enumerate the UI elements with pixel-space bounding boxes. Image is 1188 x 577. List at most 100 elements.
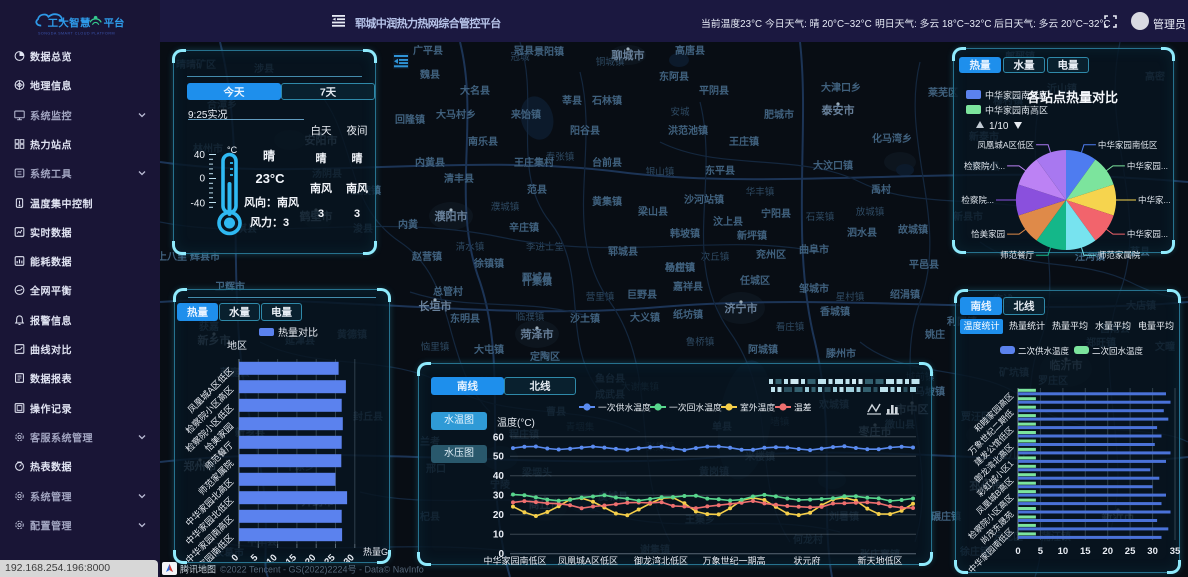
svg-text:35: 35 bbox=[1170, 546, 1181, 557]
svg-text:腾讯地图: 腾讯地图 bbox=[180, 564, 216, 575]
svg-text:魏县: 魏县 bbox=[419, 68, 440, 81]
svg-text:平台: 平台 bbox=[104, 16, 125, 29]
svg-text:冠县: 冠县 bbox=[514, 45, 534, 57]
svg-text:0: 0 bbox=[230, 552, 242, 562]
svg-text:聊城市: 聊城市 bbox=[612, 48, 645, 62]
svg-text:曲阜市: 曲阜市 bbox=[799, 243, 829, 256]
svg-text:兖州区: 兖州区 bbox=[756, 248, 786, 261]
svg-text:恼里镇: 恼里镇 bbox=[421, 341, 450, 353]
svg-text:10: 10 bbox=[1058, 546, 1069, 557]
svg-text:濮城镇: 濮城镇 bbox=[491, 201, 520, 213]
svg-text:菏泽市: 菏泽市 bbox=[521, 327, 554, 341]
svg-text:禹村: 禹村 bbox=[871, 183, 891, 196]
svg-text:华丰镇: 华丰镇 bbox=[746, 186, 775, 198]
svg-text:内黄县: 内黄县 bbox=[415, 156, 445, 169]
svg-text:梁山县: 梁山县 bbox=[637, 205, 668, 218]
svg-text:凤凰城A区低区: 凤凰城A区低区 bbox=[558, 555, 618, 566]
svg-text:30: 30 bbox=[1147, 546, 1158, 557]
svg-text:工大智慧: 工大智慧 bbox=[48, 16, 91, 29]
svg-text:凤凰城A区低区: 凤凰城A区低区 bbox=[977, 140, 1034, 150]
svg-text:石林镇: 石林镇 bbox=[591, 94, 622, 107]
svg-text:任城区: 任城区 bbox=[739, 274, 770, 287]
svg-text:东阿县: 东阿县 bbox=[659, 70, 689, 83]
svg-text:故城镇: 故城镇 bbox=[898, 223, 928, 236]
svg-text:大汶口镇: 大汶口镇 bbox=[813, 159, 853, 172]
svg-text:温度(°C): 温度(°C) bbox=[497, 416, 535, 429]
svg-text:郓城县: 郓城县 bbox=[608, 245, 638, 258]
svg-text:20: 20 bbox=[1102, 546, 1113, 557]
svg-text:5: 5 bbox=[1038, 546, 1044, 557]
svg-text:韩坡镇: 韩坡镇 bbox=[670, 227, 700, 240]
svg-text:长垣市: 长垣市 bbox=[419, 299, 452, 313]
svg-text:嘉祥县: 嘉祥县 bbox=[672, 280, 703, 293]
svg-text:范县: 范县 bbox=[527, 183, 547, 196]
svg-text:50: 50 bbox=[493, 452, 505, 463]
svg-text:大屯镇: 大屯镇 bbox=[474, 343, 504, 356]
svg-text:中华家园南低区: 中华家园南低区 bbox=[483, 555, 546, 566]
svg-text:一次供水温度: 一次供水温度 bbox=[598, 402, 651, 413]
svg-text:来饴镇: 来饴镇 bbox=[510, 108, 541, 121]
svg-text:宁阳县: 宁阳县 bbox=[761, 207, 791, 220]
svg-text:星村镇: 星村镇 bbox=[836, 291, 865, 303]
svg-text:濮阳市: 濮阳市 bbox=[435, 209, 468, 223]
svg-text:纸坊镇: 纸坊镇 bbox=[673, 308, 703, 321]
svg-text:地区: 地区 bbox=[227, 339, 247, 352]
svg-text:绍涓镇: 绍涓镇 bbox=[890, 288, 920, 301]
svg-text:热量对比: 热量对比 bbox=[278, 326, 318, 339]
svg-text:巨野县: 巨野县 bbox=[627, 289, 657, 301]
svg-text:徐镇镇: 徐镇镇 bbox=[473, 257, 504, 270]
svg-text:大义镇: 大义镇 bbox=[630, 311, 660, 324]
svg-text:二次供水温度: 二次供水温度 bbox=[1018, 346, 1070, 356]
svg-text:安城: 安城 bbox=[670, 106, 690, 118]
svg-text:阿城镇: 阿城镇 bbox=[748, 343, 778, 356]
svg-text:石莱镇: 石莱镇 bbox=[806, 211, 835, 223]
svg-text:王庄镇: 王庄镇 bbox=[729, 135, 759, 148]
svg-text:室外温度: 室外温度 bbox=[740, 402, 775, 413]
svg-text:中华家...: 中华家... bbox=[1138, 195, 1171, 205]
svg-text:新天地低区: 新天地低区 bbox=[857, 555, 902, 566]
svg-text:1/10: 1/10 bbox=[989, 121, 1009, 132]
svg-text:恰美家园: 恰美家园 bbox=[971, 229, 1005, 239]
svg-text:各站点热量对比: 各站点热量对比 bbox=[1026, 90, 1118, 105]
svg-text:中华家园南高区: 中华家园南高区 bbox=[985, 105, 1048, 116]
svg-text:30: 30 bbox=[493, 491, 505, 502]
svg-text:大名县: 大名县 bbox=[460, 84, 490, 97]
svg-text:25: 25 bbox=[1125, 546, 1136, 557]
svg-text:化马湾乡: 化马湾乡 bbox=[872, 132, 912, 145]
svg-text:辛庄镇: 辛庄镇 bbox=[509, 221, 539, 234]
svg-text:一次回水温度: 一次回水温度 bbox=[669, 402, 722, 413]
svg-text:东明县: 东明县 bbox=[450, 312, 480, 325]
svg-text:二次回水温度: 二次回水温度 bbox=[1092, 346, 1144, 356]
svg-text:回隆镇: 回隆镇 bbox=[395, 113, 425, 126]
svg-text:香城镇: 香城镇 bbox=[820, 305, 850, 318]
svg-text:内黄: 内黄 bbox=[398, 218, 418, 231]
svg-text:临濮镇: 临濮镇 bbox=[516, 311, 545, 323]
svg-text:15: 15 bbox=[1080, 546, 1091, 557]
svg-text:看庄镇: 看庄镇 bbox=[776, 321, 805, 333]
svg-text:15: 15 bbox=[284, 552, 300, 562]
svg-text:状元府: 状元府 bbox=[793, 555, 820, 566]
svg-text:放城镇: 放城镇 bbox=[856, 206, 885, 218]
svg-text:60: 60 bbox=[493, 432, 505, 443]
svg-text:阳谷县: 阳谷县 bbox=[570, 124, 600, 137]
svg-text:大马村乡: 大马村乡 bbox=[436, 108, 476, 121]
svg-text:检察院...: 检察院... bbox=[961, 195, 994, 205]
svg-text:鲁桥镇: 鲁桥镇 bbox=[686, 336, 715, 348]
svg-text:新坪镇: 新坪镇 bbox=[737, 229, 767, 242]
svg-text:万象世纪一期高: 万象世纪一期高 bbox=[702, 555, 765, 566]
svg-text:10: 10 bbox=[264, 552, 279, 562]
svg-text:0: 0 bbox=[1015, 546, 1020, 557]
svg-text:高唐县: 高唐县 bbox=[675, 44, 705, 57]
svg-text:25: 25 bbox=[322, 552, 338, 562]
svg-text:10: 10 bbox=[493, 530, 505, 541]
svg-text:40: 40 bbox=[493, 471, 505, 482]
svg-text:广平县: 广平县 bbox=[413, 44, 443, 57]
svg-text:平阴县: 平阴县 bbox=[699, 85, 729, 97]
svg-text:清丰县: 清丰县 bbox=[444, 172, 474, 185]
svg-text:肥城市: 肥城市 bbox=[764, 108, 794, 121]
svg-text:0: 0 bbox=[199, 174, 205, 185]
svg-text:洪范池镇: 洪范池镇 bbox=[668, 124, 708, 137]
svg-text:沙土镇: 沙土镇 bbox=[570, 312, 600, 325]
svg-text:40: 40 bbox=[194, 150, 206, 161]
svg-text:20: 20 bbox=[303, 552, 318, 562]
